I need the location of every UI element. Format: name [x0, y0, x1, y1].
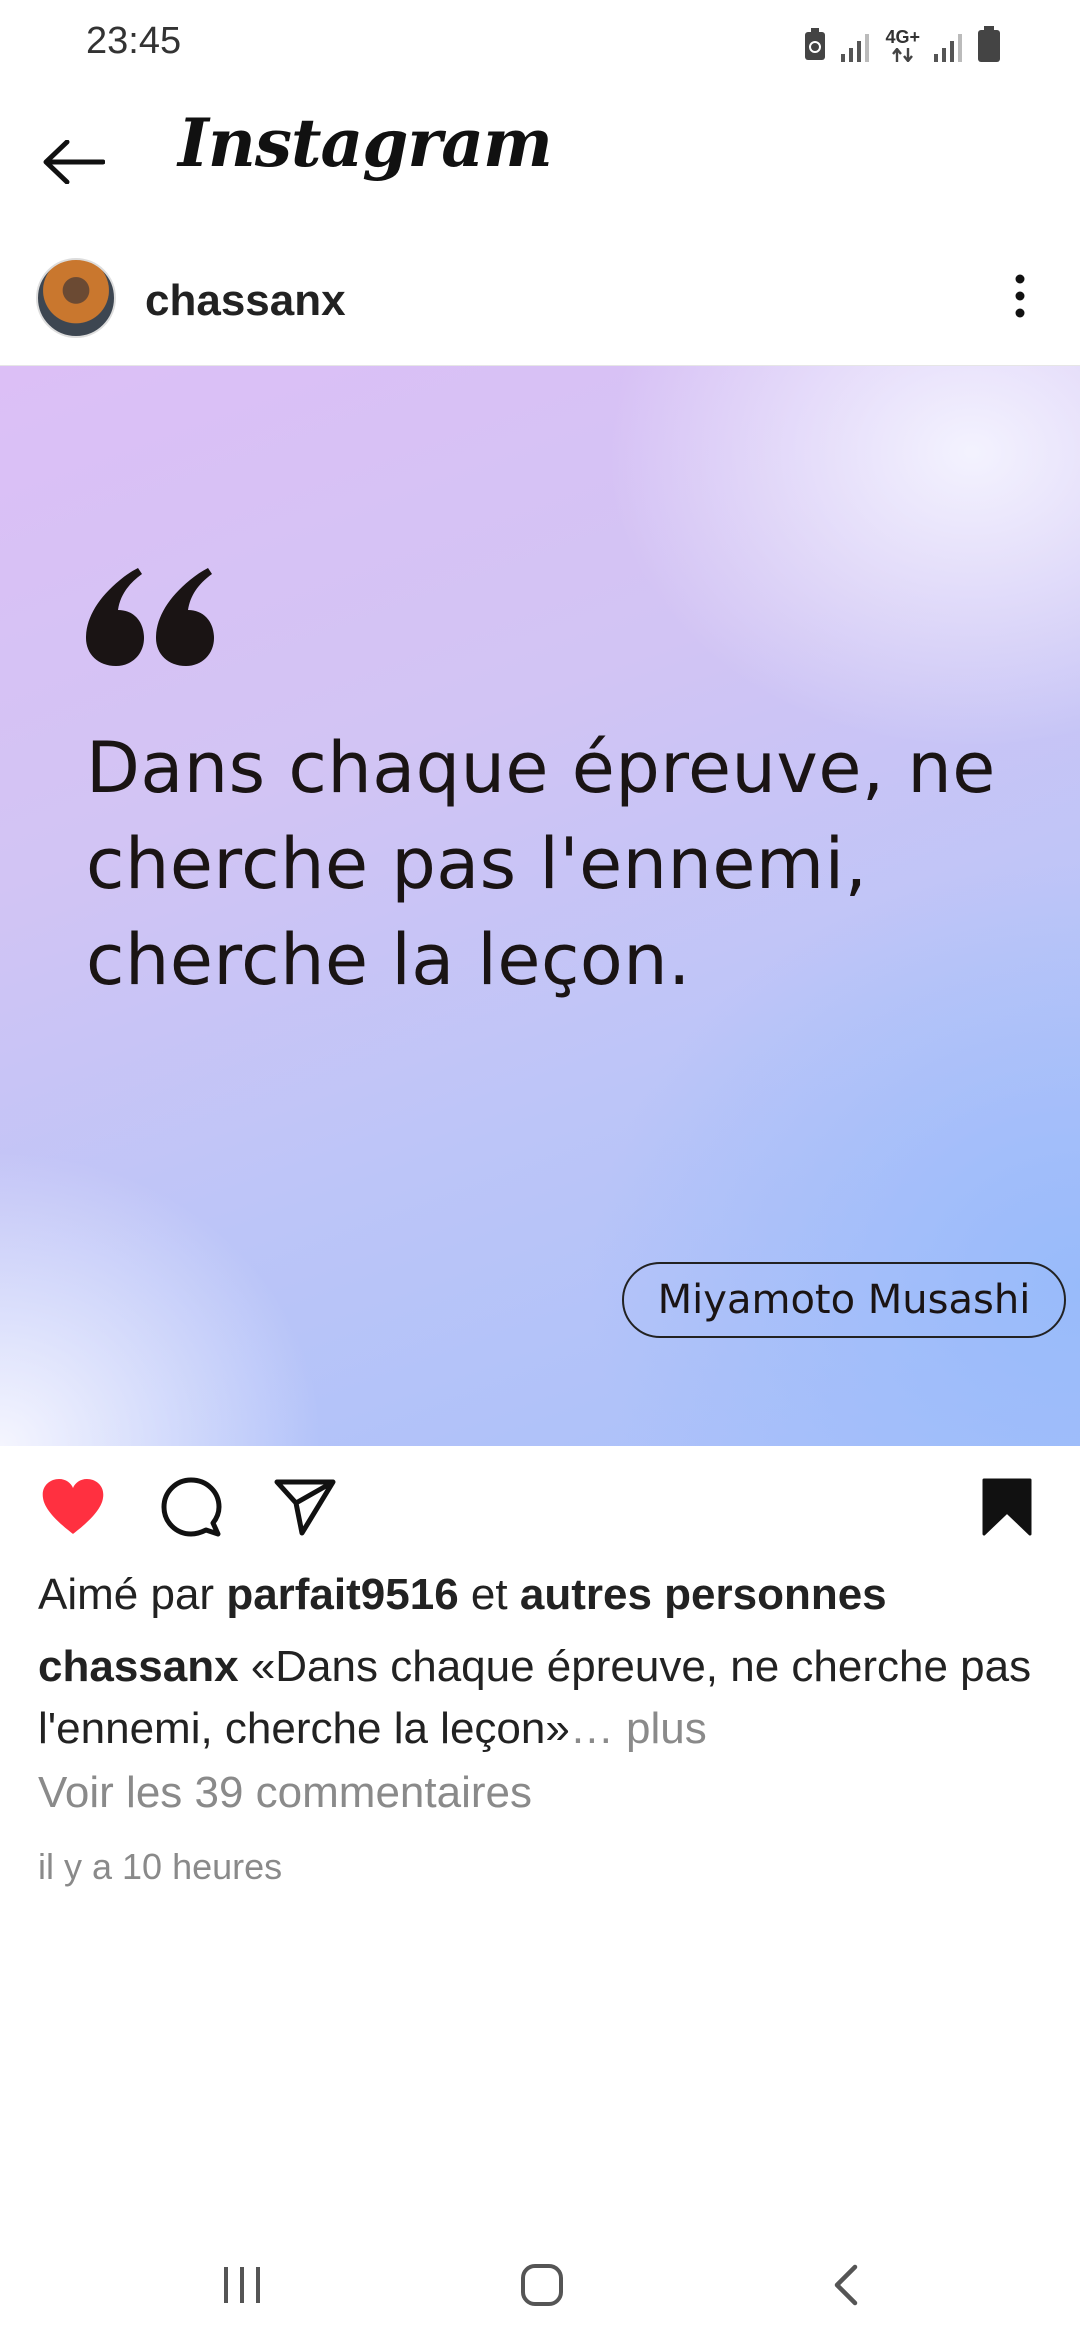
battery-icon: [978, 26, 1000, 62]
app-title: Instagram: [178, 104, 553, 182]
comment-button[interactable]: [156, 1472, 226, 1542]
screen: 23:45 4G+ Instagram chassanx Dans chaque…: [0, 0, 1080, 2340]
signal-icon: [841, 34, 870, 62]
quote-text: Dans chaque épreuve, ne cherche pas l'en…: [86, 727, 996, 1001]
data-arrows-icon: [891, 48, 913, 62]
heart-filled-icon: [42, 1479, 104, 1534]
nav-back-button[interactable]: [806, 2250, 886, 2320]
status-icons: 4G+: [803, 22, 1000, 62]
system-nav-bar: [0, 2220, 1080, 2340]
recents-button[interactable]: [202, 2250, 282, 2320]
likes-user-link[interactable]: parfait9516: [226, 1570, 458, 1619]
likes-prefix: Aimé par: [38, 1570, 215, 1619]
bookmark-filled-icon: [982, 1478, 1032, 1536]
quote-mark-icon: [86, 568, 214, 666]
network-type-label: 4G+: [885, 27, 920, 47]
like-button[interactable]: [38, 1472, 108, 1542]
battery-saver-icon: [805, 28, 826, 60]
avatar[interactable]: [36, 258, 116, 338]
home-button[interactable]: [502, 2250, 582, 2320]
status-time: 23:45: [86, 20, 182, 62]
post-username[interactable]: chassanx: [145, 276, 346, 326]
share-button[interactable]: [270, 1472, 340, 1542]
more-options-button[interactable]: [990, 266, 1050, 326]
post-timestamp: il y a 10 heures: [38, 1846, 283, 1887]
likes-others-link[interactable]: autres personnes: [520, 1570, 887, 1619]
status-bar: 23:45 4G+: [0, 0, 1080, 86]
action-bar: [0, 1446, 1080, 1566]
signal-icon-2: [934, 34, 962, 62]
post-header: chassanx: [0, 236, 1080, 366]
caption-more-link[interactable]: … plus: [570, 1704, 707, 1753]
view-comments-link[interactable]: Voir les 39 commentaires: [38, 1768, 532, 1818]
quote-author-pill: Miyamoto Musashi: [622, 1262, 1066, 1338]
arrow-left-icon: [43, 140, 105, 184]
likes-joiner: et: [470, 1570, 508, 1619]
caption: chassanx «Dans chaque épreuve, ne cherch…: [38, 1636, 1048, 1760]
recents-icon: [224, 2267, 260, 2303]
send-icon: [274, 1479, 336, 1536]
likes-line: Aimé par parfait9516 et autres personnes: [38, 1570, 887, 1620]
caption-username[interactable]: chassanx: [38, 1642, 239, 1691]
save-button[interactable]: [972, 1472, 1042, 1542]
vertical-dots-icon: [1015, 274, 1025, 318]
back-button[interactable]: [36, 124, 112, 200]
back-chevron-icon: [834, 2264, 858, 2306]
home-icon: [521, 2264, 563, 2306]
comment-icon: [161, 1477, 222, 1537]
app-header: Instagram: [0, 86, 1080, 236]
post-image[interactable]: Dans chaque épreuve, ne cherche pas l'en…: [0, 366, 1080, 1446]
